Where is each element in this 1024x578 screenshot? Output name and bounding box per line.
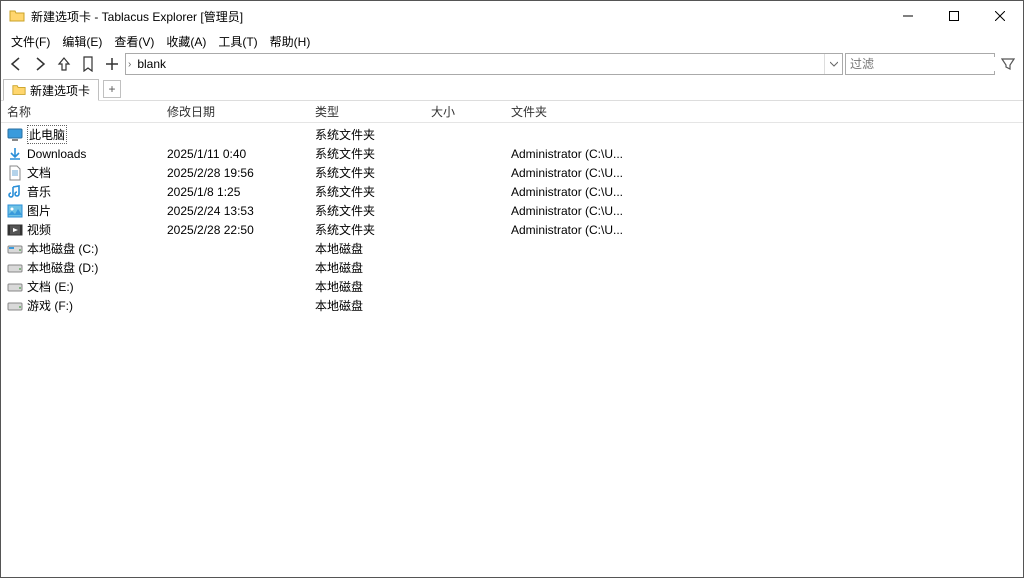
new-tab-button[interactable]: + xyxy=(103,80,121,98)
list-item[interactable]: 视频 2025/2/28 22:50系统文件夹 Administrator (C:\… xyxy=(1,220,1023,239)
item-folder: Administrator (C:\U... xyxy=(505,204,655,218)
item-folder: Administrator (C:\U... xyxy=(505,166,655,180)
item-modified: 2025/1/8 1:25 xyxy=(161,185,309,199)
col-name[interactable]: 名称 xyxy=(1,101,161,122)
list-item[interactable]: 本地磁盘 (C:) 本地磁盘 xyxy=(1,239,1023,258)
item-name: 视频 xyxy=(27,221,51,238)
list-item[interactable]: 文档 2025/2/28 19:56系统文件夹 Administrator (C:\… xyxy=(1,163,1023,182)
item-name: Downloads xyxy=(27,147,86,161)
item-type: 系统文件夹 xyxy=(309,202,425,219)
music-icon xyxy=(7,184,23,200)
list-item[interactable]: 音乐 2025/1/8 1:25系统文件夹 Administrator (C:\U.… xyxy=(1,182,1023,201)
title-bar[interactable]: 新建选项卡 - Tablacus Explorer [管理员] xyxy=(1,1,1023,31)
item-name: 本地磁盘 (C:) xyxy=(27,240,98,257)
breadcrumb-root-chevron-icon[interactable]: › xyxy=(126,59,133,70)
item-type: 本地磁盘 xyxy=(309,240,425,257)
item-type: 本地磁盘 xyxy=(309,259,425,276)
item-folder: Administrator (C:\U... xyxy=(505,147,655,161)
col-type[interactable]: 类型 xyxy=(309,101,425,122)
list-item[interactable]: 文档 (E:) 本地磁盘 xyxy=(1,277,1023,296)
back-button[interactable] xyxy=(5,53,27,75)
menu-bar: 文件(F) 编辑(E) 查看(V) 收藏(A) 工具(T) 帮助(H) xyxy=(1,31,1023,51)
add-button[interactable] xyxy=(101,53,123,75)
filter-input[interactable] xyxy=(850,57,1005,71)
item-type: 本地磁盘 xyxy=(309,297,425,314)
item-type: 系统文件夹 xyxy=(309,145,425,162)
list-item[interactable]: 游戏 (F:) 本地磁盘 xyxy=(1,296,1023,315)
item-type: 系统文件夹 xyxy=(309,221,425,238)
toolbar: › blank xyxy=(1,51,1023,77)
menu-edit[interactable]: 编辑(E) xyxy=(56,31,108,52)
drive-icon xyxy=(7,260,23,276)
window-title: 新建选项卡 - Tablacus Explorer [管理员] xyxy=(31,8,885,25)
filter-box[interactable] xyxy=(845,53,995,75)
item-folder: Administrator (C:\U... xyxy=(505,185,655,199)
list-item[interactable]: 图片 2025/2/24 13:53系统文件夹 Administrator (C:\… xyxy=(1,201,1023,220)
item-modified: 2025/2/28 19:56 xyxy=(161,166,309,180)
list-item[interactable]: Downloads 2025/1/11 0:40系统文件夹 Administrato… xyxy=(1,144,1023,163)
col-folder[interactable]: 文件夹 xyxy=(505,101,655,122)
item-modified: 2025/1/11 0:40 xyxy=(161,147,309,161)
menu-help[interactable]: 帮助(H) xyxy=(264,31,317,52)
menu-tools[interactable]: 工具(T) xyxy=(212,31,263,52)
filter-funnel-button[interactable] xyxy=(997,53,1019,75)
item-name: 音乐 xyxy=(27,183,51,200)
up-button[interactable] xyxy=(53,53,75,75)
breadcrumb-seg-blank[interactable]: blank xyxy=(133,54,170,74)
col-modified[interactable]: 修改日期 xyxy=(161,101,309,122)
app-window: 新建选项卡 - Tablacus Explorer [管理员] 文件(F) 编辑… xyxy=(0,0,1024,578)
download-icon xyxy=(7,146,23,162)
tab-bar: 新建选项卡 + xyxy=(1,77,1023,101)
pc-icon xyxy=(7,127,23,143)
close-button[interactable] xyxy=(977,1,1023,31)
minimize-button[interactable] xyxy=(885,1,931,31)
col-size[interactable]: 大小 xyxy=(425,101,505,122)
item-type: 系统文件夹 xyxy=(309,183,425,200)
item-type: 本地磁盘 xyxy=(309,278,425,295)
doc-icon xyxy=(7,165,23,181)
drive-c-icon xyxy=(7,241,23,257)
item-name: 文档 (E:) xyxy=(27,278,74,295)
drive-icon xyxy=(7,279,23,295)
app-folder-icon xyxy=(9,8,25,24)
item-name: 文档 xyxy=(27,164,51,181)
forward-button[interactable] xyxy=(29,53,51,75)
list-item[interactable]: 本地磁盘 (D:) 本地磁盘 xyxy=(1,258,1023,277)
menu-file[interactable]: 文件(F) xyxy=(5,31,56,52)
item-modified: 2025/2/28 22:50 xyxy=(161,223,309,237)
item-modified: 2025/2/24 13:53 xyxy=(161,204,309,218)
item-name: 本地磁盘 (D:) xyxy=(27,259,98,276)
item-name: 图片 xyxy=(27,202,51,219)
address-bar[interactable]: › blank xyxy=(125,53,843,75)
item-name: 游戏 (F:) xyxy=(27,297,73,314)
column-headers: 名称 修改日期 类型 大小 文件夹 xyxy=(1,101,1023,123)
pic-icon xyxy=(7,203,23,219)
menu-view[interactable]: 查看(V) xyxy=(108,31,160,52)
file-list[interactable]: 此电脑系统文件夹Downloads2025/1/11 0:40系统文件夹Admi… xyxy=(1,123,1023,577)
maximize-button[interactable] xyxy=(931,1,977,31)
tab-label: 新建选项卡 xyxy=(30,82,90,99)
menu-favorites[interactable]: 收藏(A) xyxy=(160,31,212,52)
bookmark-button[interactable] xyxy=(77,53,99,75)
list-item[interactable]: 此电脑 系统文件夹 xyxy=(1,125,1023,144)
video-icon xyxy=(7,222,23,238)
item-type: 系统文件夹 xyxy=(309,126,425,143)
item-folder: Administrator (C:\U... xyxy=(505,223,655,237)
drive-icon xyxy=(7,298,23,314)
address-dropdown[interactable] xyxy=(824,54,842,74)
tab-folder-icon xyxy=(12,83,26,97)
item-type: 系统文件夹 xyxy=(309,164,425,181)
item-name: 此电脑 xyxy=(27,125,67,144)
tab-new[interactable]: 新建选项卡 xyxy=(3,79,99,101)
